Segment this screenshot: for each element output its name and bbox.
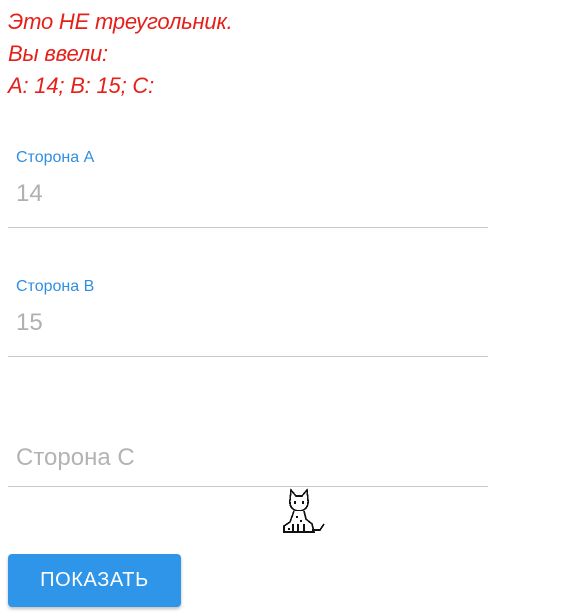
result-entered-values-text: A: 14; B: 15; C: — [8, 73, 154, 98]
side-c-input[interactable]: Сторона C — [16, 443, 135, 473]
triangle-check-page: Это НЕ треугольник. Вы ввели: A: 14; B: … — [0, 0, 572, 616]
side-b-field[interactable]: Сторона B 15 — [8, 250, 488, 357]
pixel-cat-icon — [283, 488, 325, 533]
side-a-input[interactable]: 14 — [16, 179, 43, 209]
result-message: Это НЕ треугольник. Вы ввели: A: 14; B: … — [8, 6, 233, 102]
side-c-field[interactable]: Сторона C — [8, 380, 488, 487]
result-not-triangle-text: Это НЕ треугольник. — [8, 9, 233, 34]
result-you-entered-text: Вы ввели: — [8, 41, 108, 66]
side-b-label: Сторона B — [16, 278, 95, 295]
show-button[interactable]: ПОКАЗАТЬ — [8, 554, 181, 607]
side-a-field[interactable]: Сторона A 14 — [8, 120, 488, 228]
side-b-input[interactable]: 15 — [16, 308, 43, 338]
side-a-label: Сторона A — [16, 149, 95, 166]
